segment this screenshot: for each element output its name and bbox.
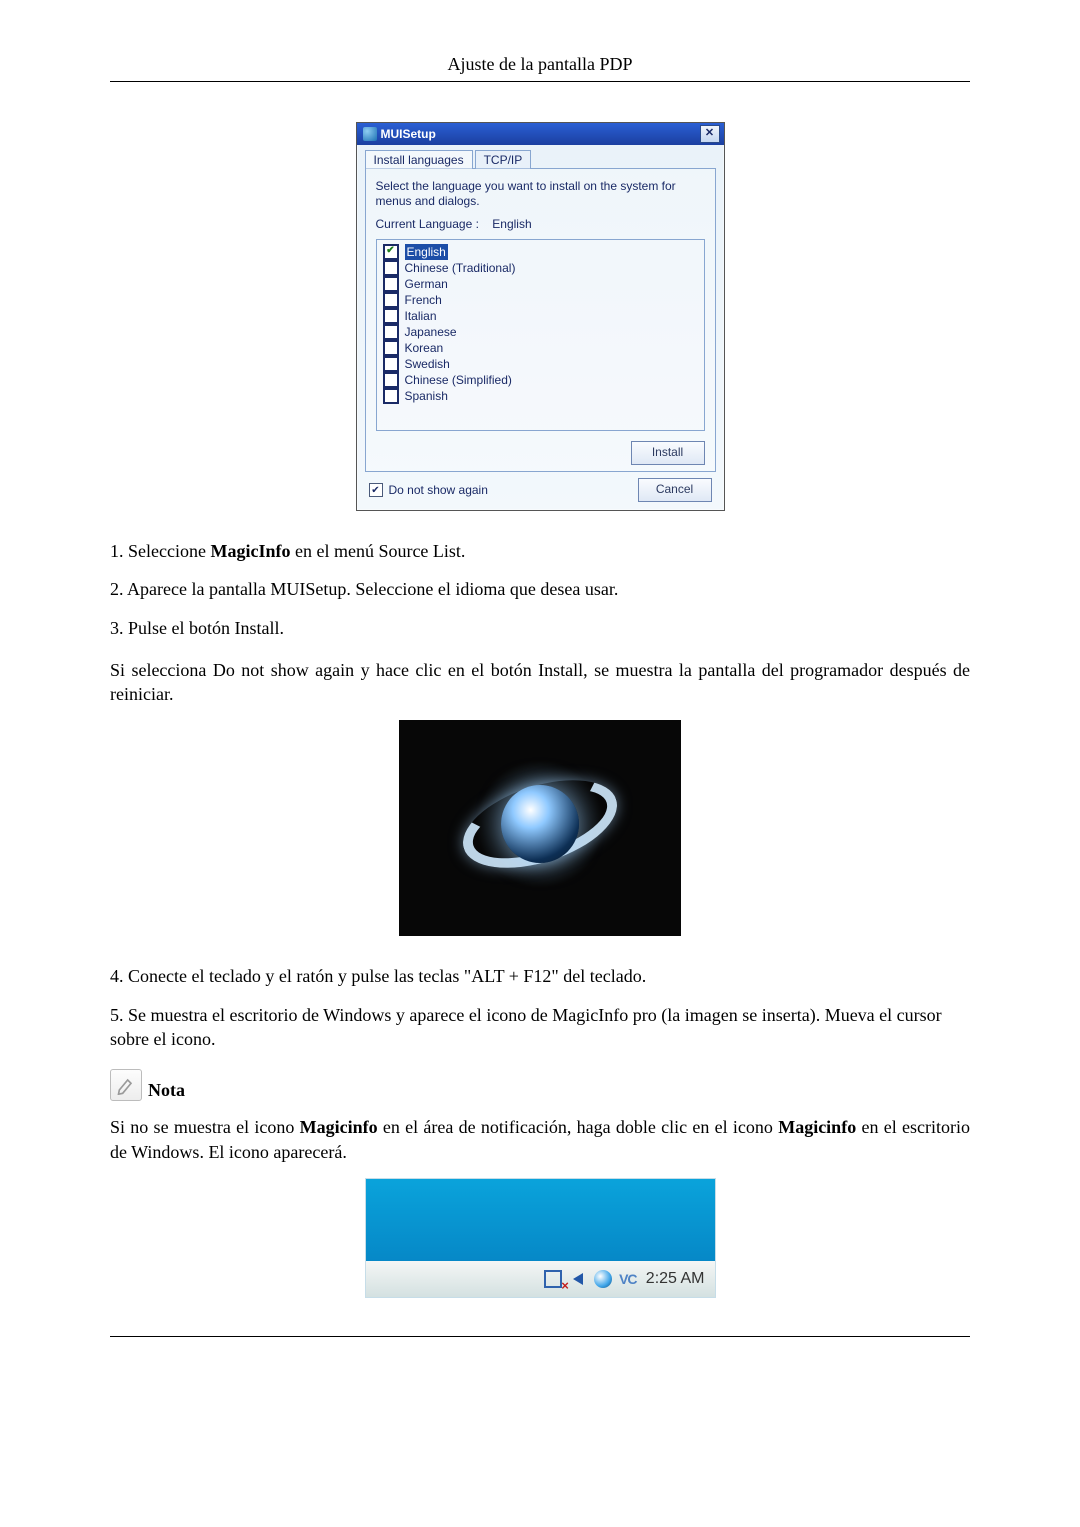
language-item[interactable]: Italian	[383, 308, 698, 324]
language-item-label: Japanese	[405, 324, 457, 340]
globe-icon	[501, 785, 579, 863]
language-item-label: English	[405, 244, 448, 260]
muisetup-instruction: Select the language you want to install …	[376, 179, 705, 209]
muisetup-titlebar: MUISetup ✕	[357, 123, 724, 145]
language-item[interactable]: Chinese (Simplified)	[383, 372, 698, 388]
magicinfo-splash-figure	[399, 720, 681, 936]
step-2: 2. Aparece la pantalla MUISetup. Selecci…	[110, 577, 970, 601]
checkbox-icon[interactable]	[383, 308, 399, 324]
close-button[interactable]: ✕	[700, 125, 720, 143]
step-5: 5. Se muestra el escritorio de Windows y…	[110, 1003, 970, 1052]
language-item-label: Italian	[405, 308, 437, 324]
language-item[interactable]: Korean	[383, 340, 698, 356]
note-paragraph: Si no se muestra el icono Magicinfo en e…	[110, 1115, 970, 1164]
volume-icon[interactable]	[544, 1270, 562, 1288]
note-label: Nota	[148, 1080, 185, 1101]
language-item[interactable]: Chinese (Traditional)	[383, 260, 698, 276]
checkbox-icon[interactable]	[383, 260, 399, 276]
language-item-label: French	[405, 292, 442, 308]
language-item-label: Chinese (Simplified)	[405, 372, 512, 388]
language-item[interactable]: Japanese	[383, 324, 698, 340]
current-language-label: Current Language :	[376, 217, 479, 231]
language-item[interactable]: Swedish	[383, 356, 698, 372]
checkbox-icon[interactable]	[383, 340, 399, 356]
network-globe-icon[interactable]	[594, 1270, 612, 1288]
do-not-show-again-label: Do not show again	[389, 483, 488, 497]
language-item-label: Korean	[405, 340, 444, 356]
current-language-row: Current Language : English	[376, 217, 705, 231]
language-item-label: Chinese (Traditional)	[405, 260, 516, 276]
step-4: 4. Conecte el teclado y el ratón y pulse…	[110, 964, 970, 988]
checkbox-icon[interactable]	[383, 388, 399, 404]
language-item[interactable]: German	[383, 276, 698, 292]
install-button[interactable]: Install	[631, 441, 705, 465]
muisetup-dialog-figure: MUISetup ✕ Install languages TCP/IP Sele…	[356, 122, 725, 511]
page-title: Ajuste de la pantalla PDP	[110, 54, 970, 82]
checkbox-icon[interactable]	[383, 324, 399, 340]
language-item[interactable]: Spanish	[383, 388, 698, 404]
cancel-button[interactable]: Cancel	[638, 478, 712, 502]
checkbox-icon[interactable]: ✔	[383, 244, 399, 260]
language-list[interactable]: ✔ EnglishChinese (Traditional)GermanFrenc…	[376, 239, 705, 431]
note-icon	[110, 1069, 142, 1101]
do-not-show-again-checkbox[interactable]: ✔ Do not show again	[369, 483, 488, 497]
language-item[interactable]: ✔ English	[383, 244, 698, 260]
current-language-value: English	[492, 217, 531, 231]
language-item-label: German	[405, 276, 448, 292]
tab-install-languages[interactable]: Install languages	[365, 150, 473, 169]
taskbar-figure: VC 2:25 AM	[365, 1178, 716, 1298]
paragraph-after-step3: Si selecciona Do not show again y hace c…	[110, 658, 970, 707]
language-item[interactable]: French	[383, 292, 698, 308]
muisetup-app-icon	[363, 127, 377, 141]
speaker-icon[interactable]	[568, 1269, 588, 1289]
step-3: 3. Pulse el botón Install.	[110, 616, 970, 640]
checkbox-icon[interactable]	[383, 276, 399, 292]
checkbox-icon[interactable]	[383, 292, 399, 308]
tab-tcpip[interactable]: TCP/IP	[475, 150, 532, 169]
vc-tray-icon[interactable]: VC	[618, 1269, 638, 1289]
step-1: 1. Seleccione MagicInfo en el menú Sourc…	[110, 539, 970, 563]
checkbox-icon[interactable]	[383, 372, 399, 388]
checkbox-icon[interactable]	[383, 356, 399, 372]
language-item-label: Swedish	[405, 356, 450, 372]
language-item-label: Spanish	[405, 388, 448, 404]
taskbar-clock: 2:25 AM	[646, 1270, 705, 1288]
system-tray: VC	[544, 1269, 638, 1289]
muisetup-title: MUISetup	[381, 127, 436, 141]
footer-rule	[110, 1336, 970, 1337]
